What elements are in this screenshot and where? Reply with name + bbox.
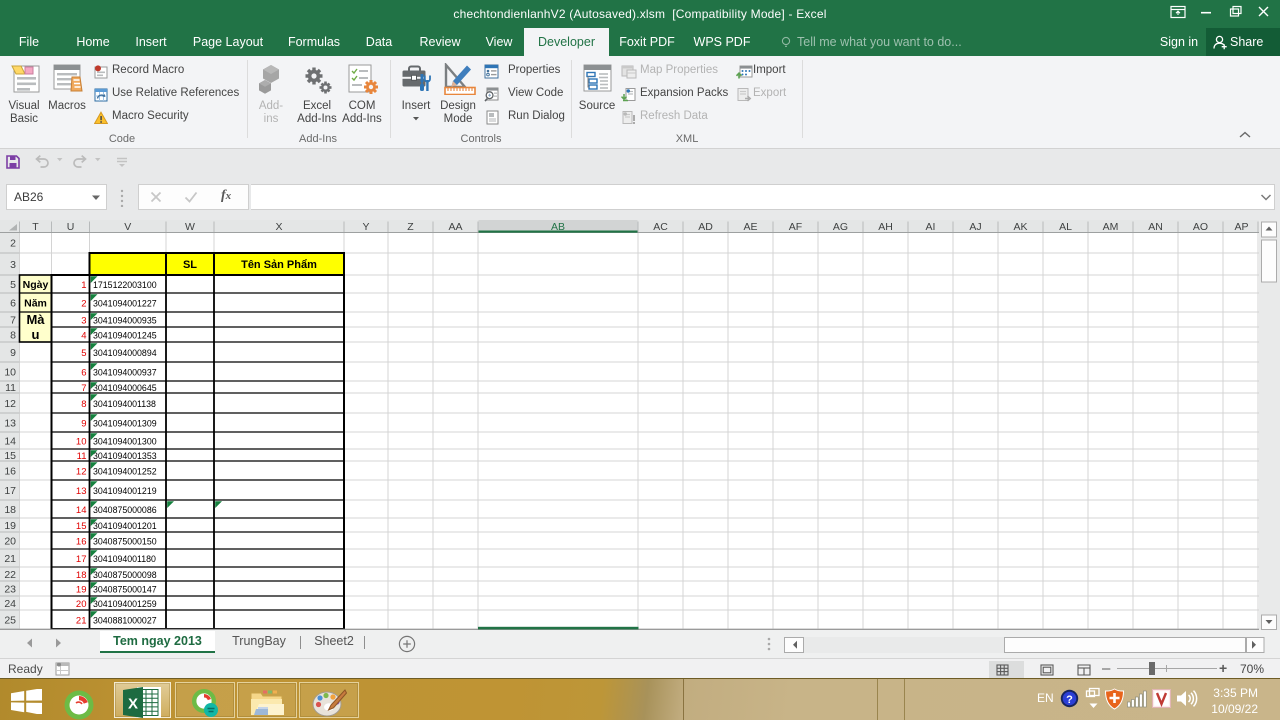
svg-text:21: 21 (76, 615, 87, 626)
svg-text:3041094001252: 3041094001252 (93, 466, 157, 476)
svg-text:U: U (67, 221, 75, 233)
svg-text:3041094001138: 3041094001138 (93, 399, 156, 409)
svg-text:14: 14 (76, 505, 87, 516)
svg-text:AN: AN (1148, 221, 1163, 233)
svg-text:11: 11 (77, 451, 87, 462)
svg-text:Y: Y (362, 221, 369, 233)
svg-text:3040875000150: 3040875000150 (93, 536, 157, 546)
svg-text:3041094001353: 3041094001353 (93, 451, 157, 461)
svg-text:3040875000147: 3040875000147 (93, 584, 157, 594)
svg-text:AL: AL (1059, 221, 1072, 233)
svg-text:Ngày: Ngày (23, 279, 49, 291)
svg-text:AF: AF (789, 221, 802, 233)
svg-text:2: 2 (10, 237, 16, 249)
svg-text:Z: Z (407, 221, 414, 233)
svg-text:V: V (124, 221, 131, 233)
svg-text:3041094001227: 3041094001227 (93, 298, 157, 308)
svg-text:5: 5 (81, 348, 86, 359)
svg-text:16: 16 (76, 536, 87, 547)
svg-text:3041094001245: 3041094001245 (93, 330, 157, 340)
svg-text:SL: SL (183, 259, 197, 271)
svg-text:17: 17 (4, 485, 16, 497)
svg-text:7: 7 (10, 314, 16, 326)
svg-text:3041094000645: 3041094000645 (93, 383, 157, 393)
svg-text:AD: AD (698, 221, 713, 233)
svg-text:AP: AP (1234, 221, 1248, 233)
svg-text:24: 24 (4, 598, 16, 610)
svg-text:18: 18 (76, 570, 87, 581)
svg-text:18: 18 (4, 504, 16, 516)
svg-text:Năm: Năm (24, 298, 47, 310)
svg-text:W: W (185, 221, 195, 233)
svg-text:6: 6 (10, 297, 16, 309)
svg-text:AK: AK (1013, 221, 1027, 233)
svg-text:2: 2 (81, 298, 86, 309)
svg-text:5: 5 (10, 279, 16, 291)
svg-text:9: 9 (10, 347, 16, 359)
svg-text:Tên Sản Phẩm: Tên Sản Phẩm (241, 259, 317, 271)
svg-text:AH: AH (878, 221, 893, 233)
svg-text:AI: AI (926, 221, 936, 233)
svg-text:AC: AC (653, 221, 668, 233)
svg-text:3041094001201: 3041094001201 (93, 521, 157, 531)
svg-text:3: 3 (10, 259, 16, 271)
svg-text:3041094000937: 3041094000937 (93, 367, 157, 377)
svg-text:AA: AA (448, 221, 462, 233)
svg-text:u: u (32, 327, 40, 342)
svg-text:3041094001309: 3041094001309 (93, 418, 157, 428)
svg-text:22: 22 (4, 569, 16, 581)
svg-text:3040875000086: 3040875000086 (93, 505, 157, 515)
svg-text:11: 11 (5, 382, 16, 394)
svg-text:3041094001180: 3041094001180 (93, 554, 156, 564)
svg-text:6: 6 (81, 367, 86, 378)
svg-text:16: 16 (4, 465, 16, 477)
svg-text:AE: AE (743, 221, 757, 233)
svg-text:10: 10 (4, 366, 16, 378)
svg-text:AM: AM (1103, 221, 1119, 233)
svg-text:20: 20 (4, 535, 16, 547)
svg-text:3: 3 (81, 315, 86, 326)
svg-text:3041094000894: 3041094000894 (93, 348, 157, 358)
svg-text:13: 13 (76, 486, 87, 497)
svg-text:AJ: AJ (969, 221, 981, 233)
svg-text:23: 23 (4, 583, 16, 595)
svg-text:3041094001219: 3041094001219 (93, 486, 157, 496)
svg-text:3041094001300: 3041094001300 (93, 436, 157, 446)
svg-text:AG: AG (833, 221, 848, 233)
svg-text:14: 14 (4, 435, 16, 447)
svg-text:8: 8 (81, 399, 86, 410)
svg-text:1: 1 (81, 280, 86, 291)
svg-text:X: X (128, 696, 138, 713)
svg-text:10: 10 (76, 436, 87, 447)
svg-text:AO: AO (1193, 221, 1208, 233)
svg-text:21: 21 (4, 553, 16, 565)
svg-text:3041094001259: 3041094001259 (93, 599, 157, 609)
svg-text:19: 19 (76, 584, 87, 595)
svg-text:3040881000027: 3040881000027 (93, 615, 157, 625)
svg-text:4: 4 (81, 330, 86, 341)
svg-text:15: 15 (76, 521, 87, 532)
svg-text:3040875000098: 3040875000098 (93, 570, 157, 580)
svg-text:20: 20 (76, 599, 87, 610)
svg-text:8: 8 (10, 329, 16, 341)
svg-text:25: 25 (4, 614, 16, 626)
svg-text:15: 15 (4, 450, 16, 462)
svg-text:3041094000935: 3041094000935 (93, 315, 157, 325)
svg-text:Mà: Mà (26, 312, 45, 327)
svg-text:12: 12 (4, 398, 16, 410)
svg-text:7: 7 (81, 383, 86, 394)
svg-text:9: 9 (81, 418, 86, 429)
svg-text:AB: AB (551, 221, 565, 233)
svg-text:T: T (32, 221, 39, 233)
svg-text:?: ? (1066, 694, 1073, 706)
svg-text:13: 13 (4, 417, 16, 429)
svg-text:12: 12 (76, 466, 87, 477)
svg-text:1715122003100: 1715122003100 (93, 280, 157, 290)
svg-text:19: 19 (4, 520, 16, 532)
svg-text:X: X (275, 221, 282, 233)
svg-text:17: 17 (76, 554, 87, 565)
